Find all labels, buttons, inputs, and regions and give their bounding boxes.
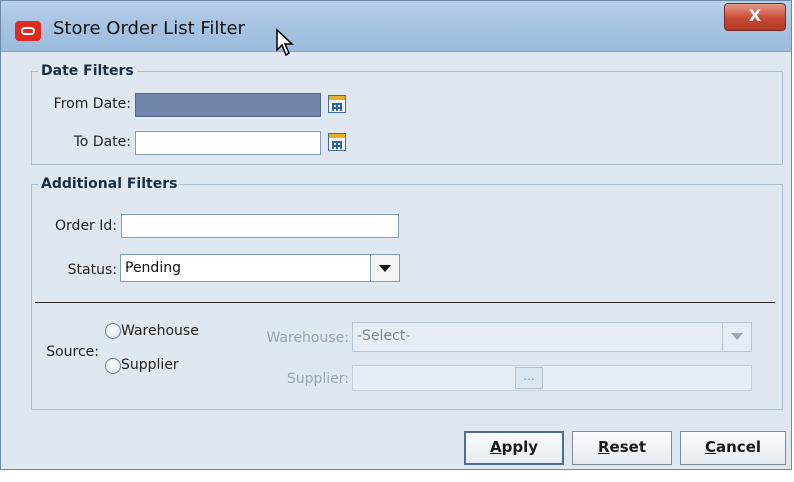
oracle-app-icon <box>15 21 41 41</box>
supplier-label: Supplier: <box>286 371 349 387</box>
supplier-browse-button[interactable]: ... <box>515 367 543 389</box>
supplier-radio-label[interactable]: Supplier <box>121 357 179 373</box>
apply-label: pply <box>501 438 538 456</box>
reset-mnemonic: R <box>597 438 610 456</box>
calendar-icon[interactable] <box>328 95 346 113</box>
title-bar[interactable]: Store Order List Filter X <box>1 1 791 57</box>
chevron-down-icon[interactable] <box>722 323 751 351</box>
additional-filters-legend: Additional Filters <box>41 176 178 192</box>
close-button[interactable]: X <box>724 3 786 31</box>
warehouse-label: Warehouse: <box>266 330 349 346</box>
status-select[interactable]: Pending <box>120 254 400 282</box>
apply-mnemonic: A <box>489 438 502 456</box>
order-id-label: Order Id: <box>55 218 117 234</box>
reset-label: eset <box>609 438 646 456</box>
cancel-mnemonic: C <box>704 438 716 456</box>
supplier-field[interactable] <box>352 365 752 391</box>
warehouse-select[interactable]: -Select- <box>352 322 752 352</box>
calendar-icon[interactable] <box>328 133 346 151</box>
apply-button[interactable]: Apply <box>464 431 564 465</box>
mouse-cursor-icon <box>276 28 294 57</box>
cancel-button[interactable]: Cancel <box>680 431 786 465</box>
divider <box>35 302 775 303</box>
chevron-down-icon[interactable] <box>370 255 399 281</box>
window-title: Store Order List Filter <box>53 18 245 39</box>
warehouse-radio-label[interactable]: Warehouse <box>121 323 199 339</box>
to-date-input[interactable] <box>135 131 321 155</box>
from-date-input[interactable] <box>135 93 321 117</box>
status-select-value: Pending <box>125 260 181 276</box>
warehouse-select-value: -Select- <box>357 328 411 344</box>
warehouse-radio[interactable] <box>105 323 121 339</box>
supplier-radio[interactable] <box>105 358 121 374</box>
status-label: Status: <box>67 262 117 278</box>
from-date-label: From Date: <box>53 96 131 112</box>
cancel-label: ancel <box>716 438 762 456</box>
date-filters-legend: Date Filters <box>41 63 134 79</box>
source-label: Source: <box>46 344 99 360</box>
to-date-label: To Date: <box>73 134 131 150</box>
order-id-input[interactable] <box>121 214 399 238</box>
reset-button[interactable]: Reset <box>572 431 672 465</box>
dialog-window: Store Order List Filter X Date Filters F… <box>0 0 792 470</box>
